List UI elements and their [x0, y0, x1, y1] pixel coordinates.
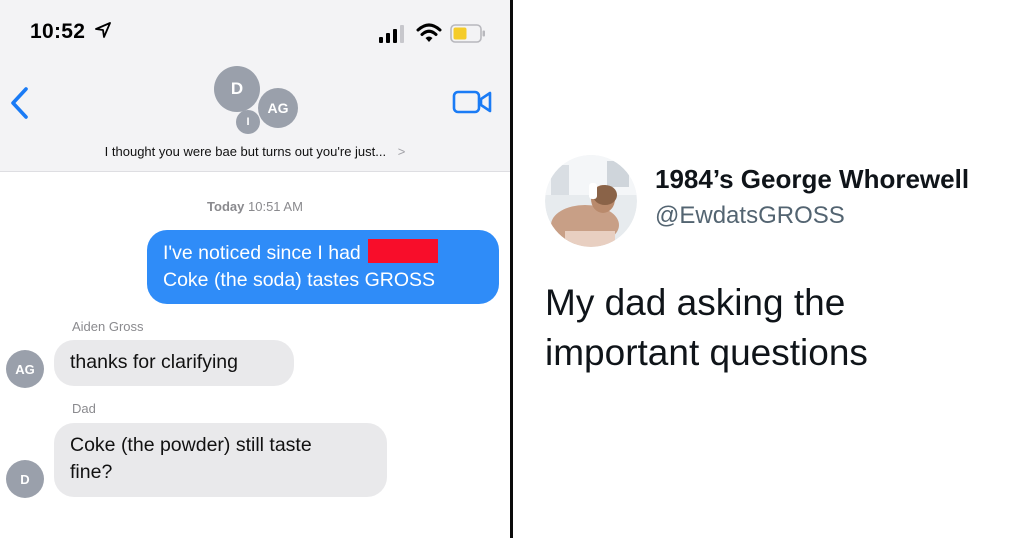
outgoing-line-2: Coke (the soda) tastes GROSS [163, 269, 436, 291]
chevron-right-icon: > [397, 144, 406, 159]
tweet-display-name[interactable]: 1984’s George Whorewell [655, 164, 969, 195]
location-arrow-icon [95, 22, 112, 38]
cellular-signal-icon [379, 25, 404, 43]
conversation-header: 10:52 D AG I I thought you were bae but … [0, 0, 510, 172]
group-avatar-cluster[interactable]: D AG I [206, 62, 306, 142]
incoming-message-bubble-aiden[interactable]: thanks for clarifying [54, 340, 294, 386]
avatar-i: I [236, 110, 260, 134]
redaction-block [368, 239, 439, 263]
sender-name-dad: Dad [72, 401, 96, 416]
avatar-dad[interactable]: D [6, 460, 44, 498]
wifi-icon [416, 23, 442, 42]
incoming-message-bubble-dad[interactable]: Coke (the powder) still taste fine? [54, 423, 387, 497]
tweet-text-line-1: My dad asking the [545, 282, 846, 323]
aiden-message-text: thanks for clarifying [70, 351, 238, 373]
outgoing-message-bubble[interactable]: I've noticed since I had Coke (the soda)… [147, 230, 499, 304]
sender-name-aiden: Aiden Gross [72, 319, 144, 334]
timestamp-time: 10:51 AM [248, 199, 303, 214]
facetime-video-icon[interactable] [452, 88, 492, 116]
outgoing-line-1: I've noticed since I had [163, 239, 485, 267]
group-name[interactable]: I thought you were bae but turns out you… [0, 144, 510, 159]
dad-message-line-1: Coke (the powder) still taste [70, 434, 312, 456]
avatar-ag: AG [258, 88, 298, 128]
battery-low-icon [450, 24, 485, 43]
tweet-text-line-2: important questions [545, 332, 868, 373]
status-bar-time: 10:52 [30, 20, 112, 44]
clock-time: 10:52 [30, 20, 86, 43]
avatar-aiden[interactable]: AG [6, 350, 44, 388]
status-icons [378, 22, 488, 46]
group-name-text: I thought you were bae but turns out you… [104, 144, 387, 159]
outgoing-line-1-text: I've noticed since I had [163, 242, 361, 264]
profile-photo[interactable] [545, 155, 637, 247]
tweet-handle[interactable]: @EwdatsGROSS [655, 202, 845, 230]
imessage-screenshot: 10:52 D AG I I thought you were bae but … [0, 0, 510, 538]
avatar-d: D [214, 66, 260, 112]
tweet-text: My dad asking the important questions [545, 278, 1005, 378]
timestamp-day: Today [207, 199, 245, 214]
dad-message-line-2: fine? [70, 461, 113, 483]
back-chevron-icon[interactable] [8, 86, 32, 120]
tweet-card: 1984’s George Whorewell @EwdatsGROSS My … [513, 0, 1024, 538]
message-timestamp: Today 10:51 AM [0, 199, 510, 214]
